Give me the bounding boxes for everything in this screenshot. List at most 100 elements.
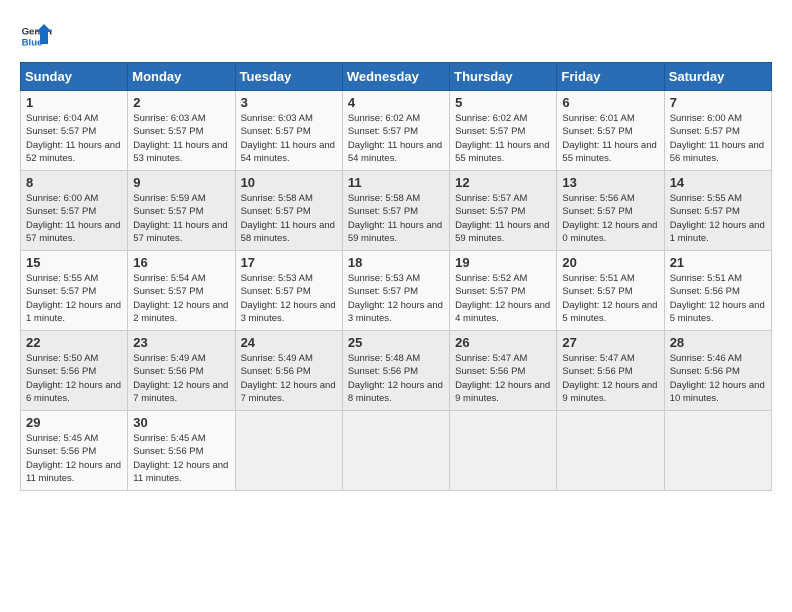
day-info: Sunrise: 6:02 AM Sunset: 5:57 PM Dayligh… (455, 112, 551, 165)
day-number: 8 (26, 175, 122, 190)
calendar-cell (450, 411, 557, 491)
svg-text:Blue: Blue (22, 38, 43, 49)
day-number: 27 (562, 335, 658, 350)
calendar-cell: 9 Sunrise: 5:59 AM Sunset: 5:57 PM Dayli… (128, 171, 235, 251)
day-header-friday: Friday (557, 63, 664, 91)
calendar-cell (557, 411, 664, 491)
day-info: Sunrise: 5:53 AM Sunset: 5:57 PM Dayligh… (241, 272, 337, 325)
day-info: Sunrise: 6:02 AM Sunset: 5:57 PM Dayligh… (348, 112, 444, 165)
day-number: 24 (241, 335, 337, 350)
day-number: 17 (241, 255, 337, 270)
header: General Blue (20, 20, 772, 52)
header-row: SundayMondayTuesdayWednesdayThursdayFrid… (21, 63, 772, 91)
day-info: Sunrise: 5:58 AM Sunset: 5:57 PM Dayligh… (348, 192, 444, 245)
calendar-cell (664, 411, 771, 491)
day-number: 20 (562, 255, 658, 270)
day-info: Sunrise: 5:47 AM Sunset: 5:56 PM Dayligh… (455, 352, 551, 405)
day-number: 7 (670, 95, 766, 110)
day-info: Sunrise: 5:56 AM Sunset: 5:57 PM Dayligh… (562, 192, 658, 245)
calendar-cell: 20 Sunrise: 5:51 AM Sunset: 5:57 PM Dayl… (557, 251, 664, 331)
day-info: Sunrise: 5:49 AM Sunset: 5:56 PM Dayligh… (133, 352, 229, 405)
calendar-cell: 13 Sunrise: 5:56 AM Sunset: 5:57 PM Dayl… (557, 171, 664, 251)
day-header-sunday: Sunday (21, 63, 128, 91)
day-info: Sunrise: 6:00 AM Sunset: 5:57 PM Dayligh… (26, 192, 122, 245)
day-number: 12 (455, 175, 551, 190)
calendar-cell: 18 Sunrise: 5:53 AM Sunset: 5:57 PM Dayl… (342, 251, 449, 331)
day-info: Sunrise: 5:47 AM Sunset: 5:56 PM Dayligh… (562, 352, 658, 405)
day-number: 2 (133, 95, 229, 110)
calendar-cell: 26 Sunrise: 5:47 AM Sunset: 5:56 PM Dayl… (450, 331, 557, 411)
calendar-cell: 24 Sunrise: 5:49 AM Sunset: 5:56 PM Dayl… (235, 331, 342, 411)
calendar-cell: 23 Sunrise: 5:49 AM Sunset: 5:56 PM Dayl… (128, 331, 235, 411)
day-number: 16 (133, 255, 229, 270)
day-header-thursday: Thursday (450, 63, 557, 91)
calendar-week-4: 22 Sunrise: 5:50 AM Sunset: 5:56 PM Dayl… (21, 331, 772, 411)
calendar-cell: 19 Sunrise: 5:52 AM Sunset: 5:57 PM Dayl… (450, 251, 557, 331)
day-number: 9 (133, 175, 229, 190)
day-info: Sunrise: 6:00 AM Sunset: 5:57 PM Dayligh… (670, 112, 766, 165)
calendar-cell (235, 411, 342, 491)
calendar-cell: 29 Sunrise: 5:45 AM Sunset: 5:56 PM Dayl… (21, 411, 128, 491)
day-info: Sunrise: 6:03 AM Sunset: 5:57 PM Dayligh… (133, 112, 229, 165)
day-info: Sunrise: 5:51 AM Sunset: 5:57 PM Dayligh… (562, 272, 658, 325)
day-number: 6 (562, 95, 658, 110)
day-number: 4 (348, 95, 444, 110)
day-info: Sunrise: 6:01 AM Sunset: 5:57 PM Dayligh… (562, 112, 658, 165)
day-info: Sunrise: 5:55 AM Sunset: 5:57 PM Dayligh… (26, 272, 122, 325)
day-info: Sunrise: 5:45 AM Sunset: 5:56 PM Dayligh… (26, 432, 122, 485)
day-header-tuesday: Tuesday (235, 63, 342, 91)
calendar-table: SundayMondayTuesdayWednesdayThursdayFrid… (20, 62, 772, 491)
day-info: Sunrise: 5:57 AM Sunset: 5:57 PM Dayligh… (455, 192, 551, 245)
calendar-cell: 17 Sunrise: 5:53 AM Sunset: 5:57 PM Dayl… (235, 251, 342, 331)
calendar-cell: 28 Sunrise: 5:46 AM Sunset: 5:56 PM Dayl… (664, 331, 771, 411)
day-info: Sunrise: 5:55 AM Sunset: 5:57 PM Dayligh… (670, 192, 766, 245)
day-info: Sunrise: 5:58 AM Sunset: 5:57 PM Dayligh… (241, 192, 337, 245)
day-info: Sunrise: 5:52 AM Sunset: 5:57 PM Dayligh… (455, 272, 551, 325)
day-info: Sunrise: 5:50 AM Sunset: 5:56 PM Dayligh… (26, 352, 122, 405)
calendar-week-2: 8 Sunrise: 6:00 AM Sunset: 5:57 PM Dayli… (21, 171, 772, 251)
day-number: 26 (455, 335, 551, 350)
day-info: Sunrise: 5:54 AM Sunset: 5:57 PM Dayligh… (133, 272, 229, 325)
day-number: 30 (133, 415, 229, 430)
calendar-cell: 21 Sunrise: 5:51 AM Sunset: 5:56 PM Dayl… (664, 251, 771, 331)
day-number: 15 (26, 255, 122, 270)
day-info: Sunrise: 5:53 AM Sunset: 5:57 PM Dayligh… (348, 272, 444, 325)
calendar-cell: 2 Sunrise: 6:03 AM Sunset: 5:57 PM Dayli… (128, 91, 235, 171)
calendar-cell: 25 Sunrise: 5:48 AM Sunset: 5:56 PM Dayl… (342, 331, 449, 411)
calendar-cell: 27 Sunrise: 5:47 AM Sunset: 5:56 PM Dayl… (557, 331, 664, 411)
calendar-cell: 5 Sunrise: 6:02 AM Sunset: 5:57 PM Dayli… (450, 91, 557, 171)
day-info: Sunrise: 6:03 AM Sunset: 5:57 PM Dayligh… (241, 112, 337, 165)
calendar-cell: 8 Sunrise: 6:00 AM Sunset: 5:57 PM Dayli… (21, 171, 128, 251)
day-number: 13 (562, 175, 658, 190)
calendar-week-1: 1 Sunrise: 6:04 AM Sunset: 5:57 PM Dayli… (21, 91, 772, 171)
day-number: 1 (26, 95, 122, 110)
calendar-cell: 16 Sunrise: 5:54 AM Sunset: 5:57 PM Dayl… (128, 251, 235, 331)
calendar-week-5: 29 Sunrise: 5:45 AM Sunset: 5:56 PM Dayl… (21, 411, 772, 491)
calendar-cell: 4 Sunrise: 6:02 AM Sunset: 5:57 PM Dayli… (342, 91, 449, 171)
calendar-cell: 15 Sunrise: 5:55 AM Sunset: 5:57 PM Dayl… (21, 251, 128, 331)
day-header-wednesday: Wednesday (342, 63, 449, 91)
calendar-cell: 7 Sunrise: 6:00 AM Sunset: 5:57 PM Dayli… (664, 91, 771, 171)
calendar-cell: 30 Sunrise: 5:45 AM Sunset: 5:56 PM Dayl… (128, 411, 235, 491)
calendar-cell: 14 Sunrise: 5:55 AM Sunset: 5:57 PM Dayl… (664, 171, 771, 251)
logo-icon: General Blue (20, 20, 52, 52)
day-header-monday: Monday (128, 63, 235, 91)
calendar-week-3: 15 Sunrise: 5:55 AM Sunset: 5:57 PM Dayl… (21, 251, 772, 331)
calendar-cell: 6 Sunrise: 6:01 AM Sunset: 5:57 PM Dayli… (557, 91, 664, 171)
calendar-cell (342, 411, 449, 491)
day-info: Sunrise: 6:04 AM Sunset: 5:57 PM Dayligh… (26, 112, 122, 165)
day-number: 3 (241, 95, 337, 110)
day-number: 29 (26, 415, 122, 430)
day-number: 23 (133, 335, 229, 350)
day-number: 11 (348, 175, 444, 190)
day-info: Sunrise: 5:48 AM Sunset: 5:56 PM Dayligh… (348, 352, 444, 405)
day-number: 28 (670, 335, 766, 350)
day-info: Sunrise: 5:51 AM Sunset: 5:56 PM Dayligh… (670, 272, 766, 325)
logo: General Blue (20, 20, 56, 52)
day-number: 22 (26, 335, 122, 350)
day-info: Sunrise: 5:59 AM Sunset: 5:57 PM Dayligh… (133, 192, 229, 245)
calendar-cell: 10 Sunrise: 5:58 AM Sunset: 5:57 PM Dayl… (235, 171, 342, 251)
day-info: Sunrise: 5:49 AM Sunset: 5:56 PM Dayligh… (241, 352, 337, 405)
day-number: 14 (670, 175, 766, 190)
day-info: Sunrise: 5:46 AM Sunset: 5:56 PM Dayligh… (670, 352, 766, 405)
